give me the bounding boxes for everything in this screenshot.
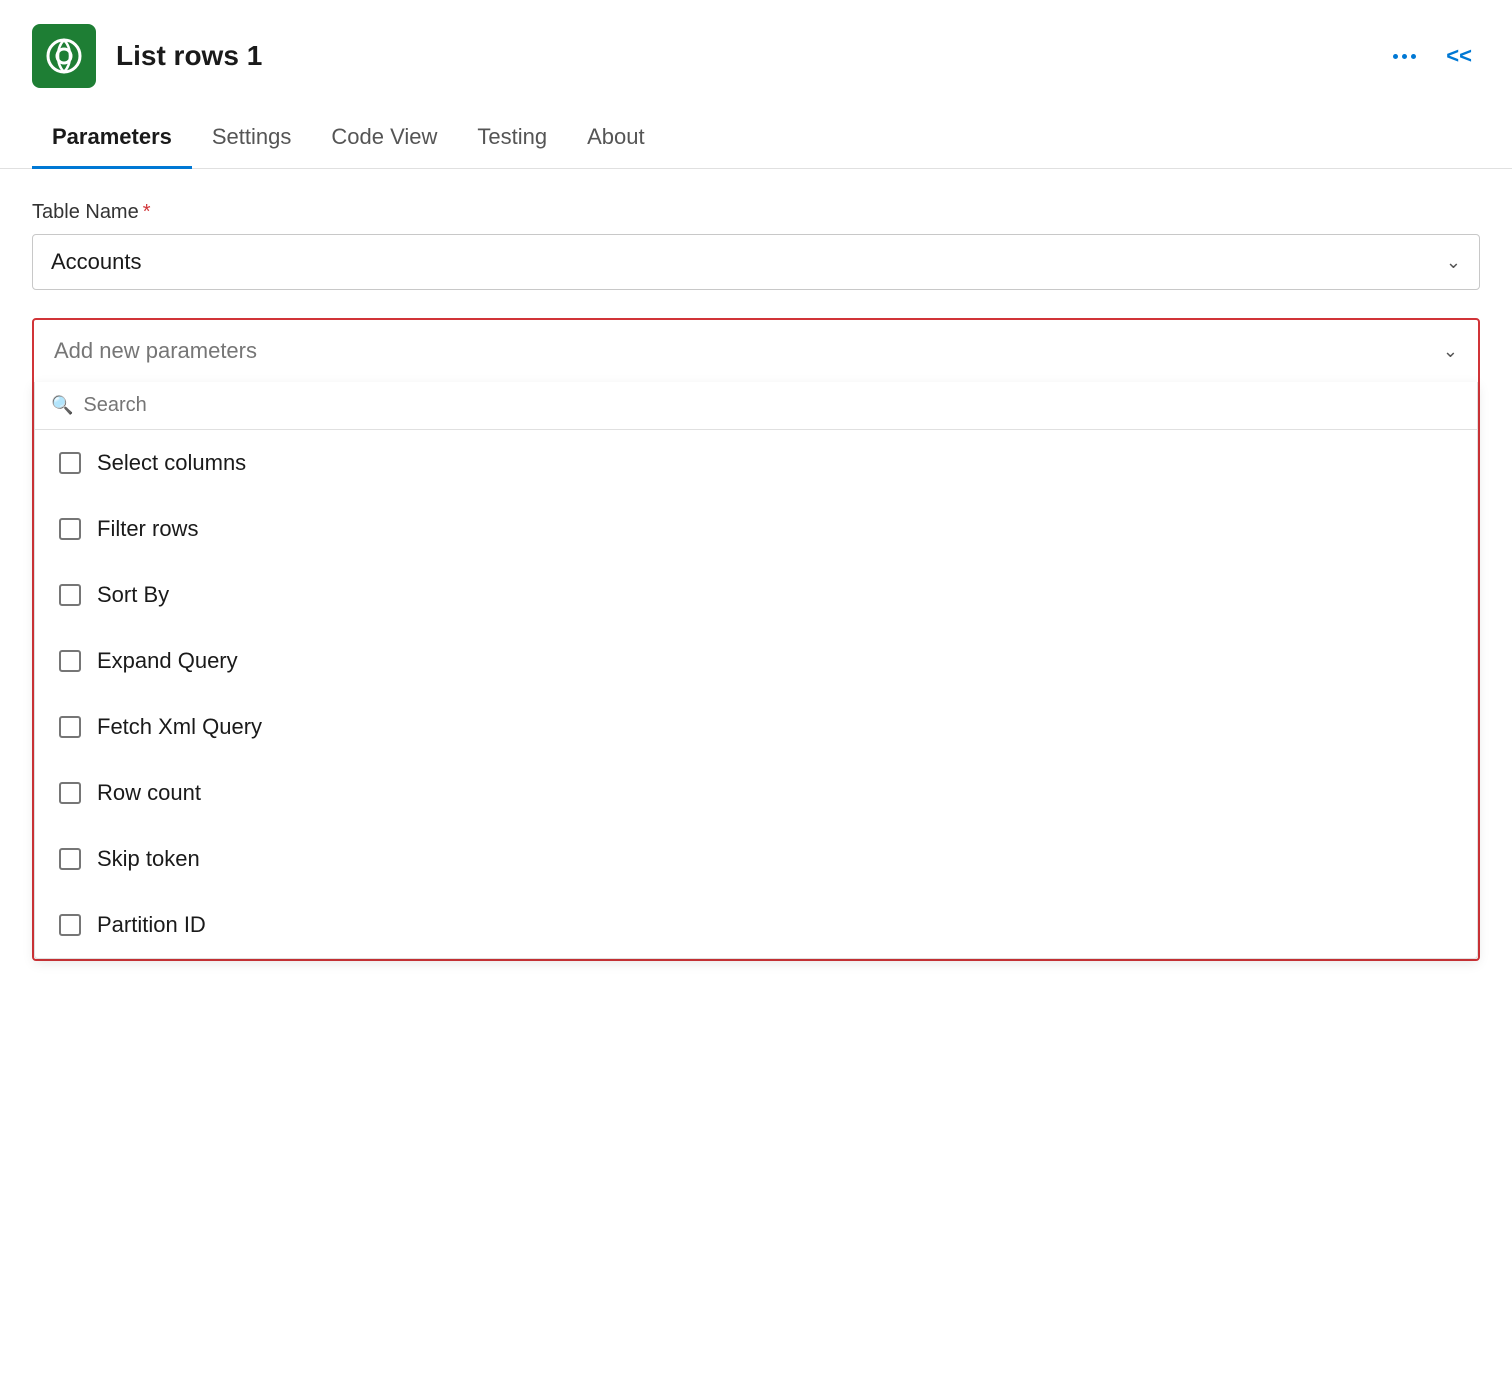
add-params-container: Add new parameters ⌄ 🔍 Select columns Fi — [32, 318, 1480, 961]
expand-query-checkbox[interactable] — [59, 650, 81, 672]
collapse-button[interactable]: << — [1438, 39, 1480, 73]
app-icon — [32, 24, 96, 88]
table-name-select[interactable]: Accounts ⌄ — [32, 234, 1480, 290]
sort-by-checkbox[interactable] — [59, 584, 81, 606]
more-options-button[interactable] — [1387, 48, 1422, 65]
tab-testing[interactable]: Testing — [457, 108, 567, 169]
sort-by-label: Sort By — [97, 582, 169, 608]
fetch-xml-query-label: Fetch Xml Query — [97, 714, 262, 740]
table-name-chevron-icon: ⌄ — [1446, 252, 1461, 273]
main-content: Table Name* Accounts ⌄ Add new parameter… — [0, 169, 1512, 961]
list-item[interactable]: Skip token — [35, 826, 1477, 892]
list-item[interactable]: Partition ID — [35, 892, 1477, 958]
header: List rows 1 << — [0, 0, 1512, 108]
header-actions: << — [1387, 39, 1480, 73]
row-count-label: Row count — [97, 780, 201, 806]
search-icon: 🔍 — [51, 395, 73, 416]
dot-2 — [1402, 54, 1407, 59]
tab-settings[interactable]: Settings — [192, 108, 312, 169]
tab-about[interactable]: About — [567, 108, 665, 169]
select-columns-checkbox[interactable] — [59, 452, 81, 474]
add-params-placeholder: Add new parameters — [54, 338, 257, 364]
dot-3 — [1411, 54, 1416, 59]
search-input[interactable] — [83, 394, 1461, 417]
tabs-container: Parameters Settings Code View Testing Ab… — [0, 108, 1512, 169]
row-count-checkbox[interactable] — [59, 782, 81, 804]
dot-1 — [1393, 54, 1398, 59]
tab-code-view[interactable]: Code View — [311, 108, 457, 169]
filter-rows-checkbox[interactable] — [59, 518, 81, 540]
params-dropdown-menu: 🔍 Select columns Filter rows Sort By — [34, 382, 1478, 959]
partition-id-label: Partition ID — [97, 912, 206, 938]
skip-token-checkbox[interactable] — [59, 848, 81, 870]
expand-query-label: Expand Query — [97, 648, 238, 674]
required-indicator: * — [143, 201, 151, 223]
skip-token-label: Skip token — [97, 846, 200, 872]
list-item[interactable]: Row count — [35, 760, 1477, 826]
list-item[interactable]: Sort By — [35, 562, 1477, 628]
list-item[interactable]: Select columns — [35, 430, 1477, 496]
table-name-value: Accounts — [51, 249, 142, 275]
list-item[interactable]: Fetch Xml Query — [35, 694, 1477, 760]
fetch-xml-query-checkbox[interactable] — [59, 716, 81, 738]
filter-rows-label: Filter rows — [97, 516, 198, 542]
tab-parameters[interactable]: Parameters — [32, 108, 192, 169]
add-params-chevron-icon: ⌄ — [1443, 341, 1458, 362]
partition-id-checkbox[interactable] — [59, 914, 81, 936]
search-container: 🔍 — [35, 382, 1477, 430]
list-item[interactable]: Expand Query — [35, 628, 1477, 694]
header-left: List rows 1 — [32, 24, 262, 88]
select-columns-label: Select columns — [97, 450, 246, 476]
list-item[interactable]: Filter rows — [35, 496, 1477, 562]
app-container: List rows 1 << Parameters Settings Code … — [0, 0, 1512, 1392]
page-title: List rows 1 — [116, 40, 262, 72]
table-name-label: Table Name* — [32, 201, 1480, 224]
add-params-dropdown[interactable]: Add new parameters ⌄ — [34, 320, 1478, 382]
